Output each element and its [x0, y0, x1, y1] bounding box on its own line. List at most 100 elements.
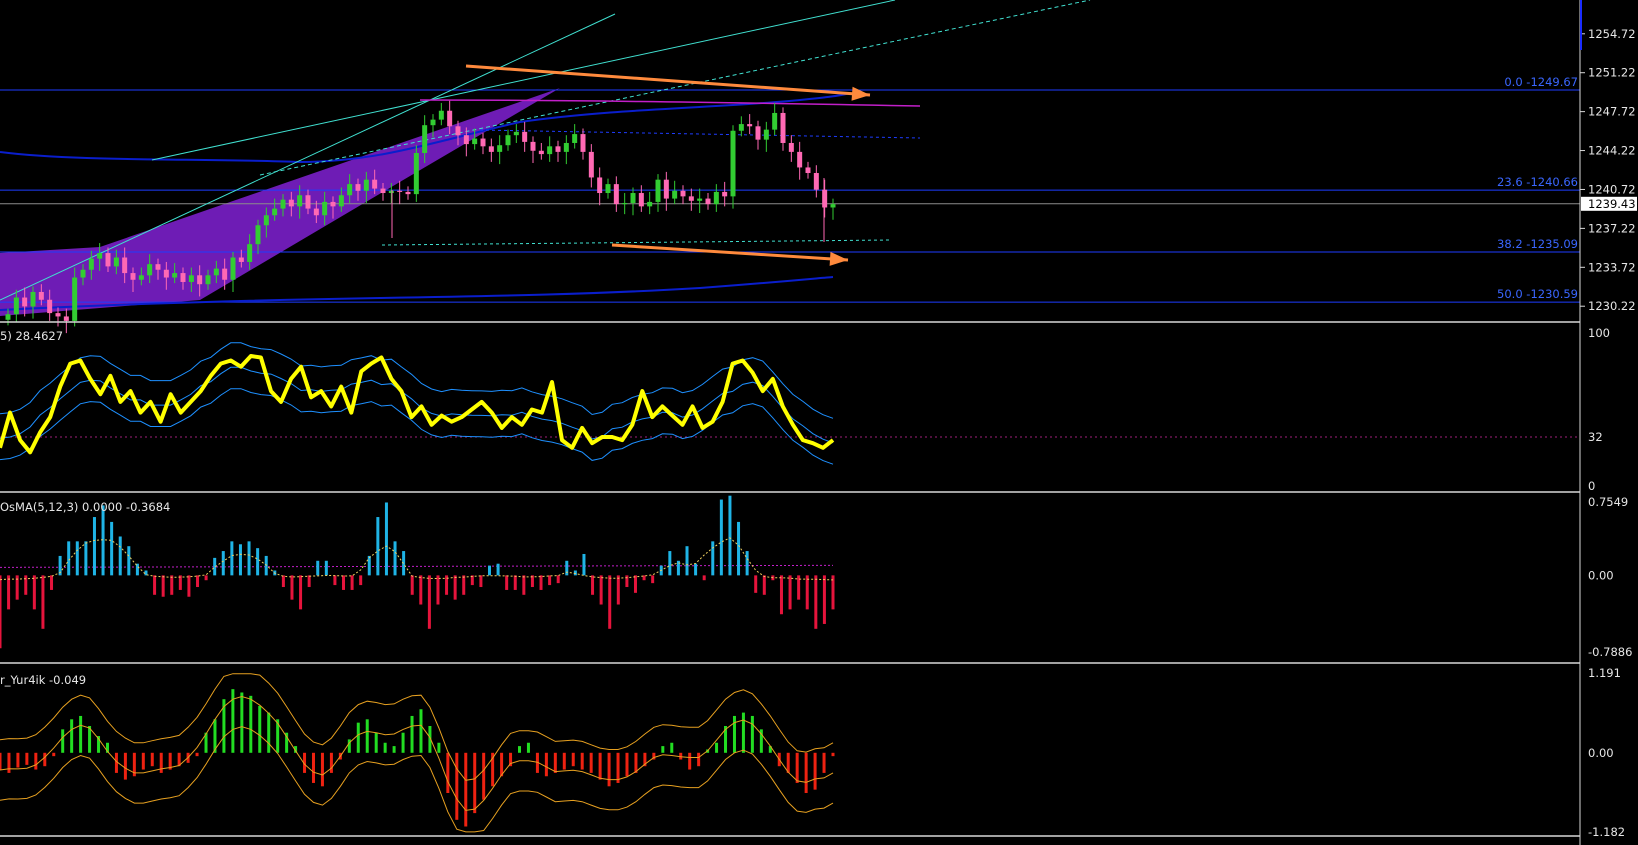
candle-body[interactable] — [405, 191, 411, 195]
candle-body[interactable] — [797, 151, 803, 168]
candle-body[interactable] — [222, 268, 228, 280]
oscillator-panel[interactable] — [0, 673, 835, 833]
candle-body[interactable] — [30, 291, 36, 307]
candle-body[interactable] — [572, 134, 578, 143]
candle-body[interactable] — [380, 188, 386, 194]
candle-body[interactable] — [747, 124, 753, 127]
candle-body[interactable] — [722, 191, 728, 197]
candle-body[interactable] — [205, 275, 211, 285]
candle-body[interactable] — [297, 195, 303, 207]
candle-body[interactable] — [355, 184, 361, 191]
candle-body[interactable] — [305, 195, 311, 209]
candle-body[interactable] — [55, 313, 61, 317]
candle-body[interactable] — [422, 125, 428, 153]
candle-body[interactable] — [338, 195, 344, 207]
candle-body[interactable] — [180, 273, 186, 282]
candle-body[interactable] — [263, 215, 269, 226]
candle-body[interactable] — [788, 142, 794, 152]
candle-body[interactable] — [513, 131, 519, 136]
candle-body[interactable] — [563, 142, 569, 152]
candle-body[interactable] — [830, 204, 836, 208]
candle-body[interactable] — [272, 208, 278, 216]
candle-body[interactable] — [280, 199, 286, 209]
candle-body[interactable] — [438, 110, 444, 120]
candle-body[interactable] — [772, 112, 778, 130]
candle-body[interactable] — [588, 151, 594, 178]
candle-body[interactable] — [5, 314, 11, 320]
candle-body[interactable] — [530, 141, 536, 151]
candle-body[interactable] — [805, 167, 811, 174]
candle-body[interactable] — [655, 179, 661, 202]
candle-body[interactable] — [322, 201, 328, 216]
candle-body[interactable] — [288, 199, 294, 207]
candle-body[interactable] — [372, 179, 378, 189]
arrow-down-upper[interactable] — [465, 64, 871, 97]
price-axis[interactable]: 1254.72 1251.22 1247.72 1244.22 1240.72 1237.… — [1580, 0, 1637, 839]
candle-body[interactable] — [680, 190, 686, 197]
candle-body[interactable] — [63, 316, 69, 321]
candle-body[interactable] — [780, 112, 786, 143]
candle-body[interactable] — [172, 273, 178, 278]
candle-body[interactable] — [22, 297, 28, 307]
candle-body[interactable] — [363, 179, 369, 191]
price-panel[interactable]: 0.0 -1249.67 23.6 -1240.66 38.2 -1235.09 50… — [0, 0, 1580, 334]
candle-body[interactable] — [97, 253, 103, 259]
candle-body[interactable] — [113, 257, 119, 267]
candle-body[interactable] — [413, 152, 419, 195]
candle-body[interactable] — [663, 179, 669, 199]
candle-body[interactable] — [347, 184, 353, 196]
candle-body[interactable] — [822, 189, 828, 208]
candle-body[interactable] — [47, 299, 53, 314]
candle-body[interactable] — [255, 225, 261, 245]
candle-body[interactable] — [130, 273, 136, 280]
candle-body[interactable] — [230, 257, 236, 280]
candle-body[interactable] — [738, 124, 744, 131]
candle-body[interactable] — [388, 190, 394, 194]
candle-body[interactable] — [105, 253, 111, 267]
candle-body[interactable] — [247, 244, 253, 262]
candle-body[interactable] — [705, 198, 711, 205]
osma-panel[interactable] — [0, 495, 835, 649]
candle-body[interactable] — [480, 138, 486, 147]
candle-body[interactable] — [80, 269, 86, 278]
candle-body[interactable] — [163, 269, 169, 278]
candle-body[interactable] — [138, 275, 144, 280]
candle-body[interactable] — [472, 138, 478, 145]
candle-body[interactable] — [430, 119, 436, 126]
candle-body[interactable] — [813, 173, 819, 190]
stochastic-panel[interactable] — [0, 342, 1580, 465]
candle-body[interactable] — [613, 184, 619, 205]
candle-body[interactable] — [505, 135, 511, 146]
candle-body[interactable] — [397, 190, 403, 192]
candle-body[interactable] — [147, 264, 153, 276]
candle-body[interactable] — [197, 275, 203, 285]
candle-body[interactable] — [488, 146, 494, 152]
candle-body[interactable] — [538, 150, 544, 155]
candle-body[interactable] — [330, 201, 336, 207]
candle-body[interactable] — [547, 146, 553, 155]
candle-body[interactable] — [88, 258, 94, 270]
candle-body[interactable] — [763, 129, 769, 140]
candle-body[interactable] — [672, 190, 678, 199]
candle-body[interactable] — [72, 277, 78, 321]
candle-body[interactable] — [122, 257, 128, 274]
candle-body[interactable] — [605, 184, 611, 194]
candle-body[interactable] — [238, 257, 244, 262]
candle-body[interactable] — [463, 135, 469, 145]
candle-body[interactable] — [688, 196, 694, 201]
chart-canvas[interactable]: 0.0 -1249.67 23.6 -1240.66 38.2 -1235.09 50… — [0, 0, 1638, 845]
candle-body[interactable] — [555, 146, 561, 152]
candle-body[interactable] — [497, 145, 503, 152]
candle-body[interactable] — [155, 264, 161, 270]
candle-body[interactable] — [455, 126, 461, 136]
candle-body[interactable] — [13, 297, 19, 315]
candle-body[interactable] — [597, 177, 603, 194]
candle-body[interactable] — [755, 126, 761, 140]
candle-body[interactable] — [188, 275, 194, 282]
candle-body[interactable] — [713, 191, 719, 205]
candle-body[interactable] — [622, 203, 628, 205]
candle-body[interactable] — [447, 110, 453, 127]
scroll-marker[interactable] — [1580, 0, 1582, 50]
candle-body[interactable] — [313, 208, 319, 216]
candle-body[interactable] — [213, 268, 219, 276]
